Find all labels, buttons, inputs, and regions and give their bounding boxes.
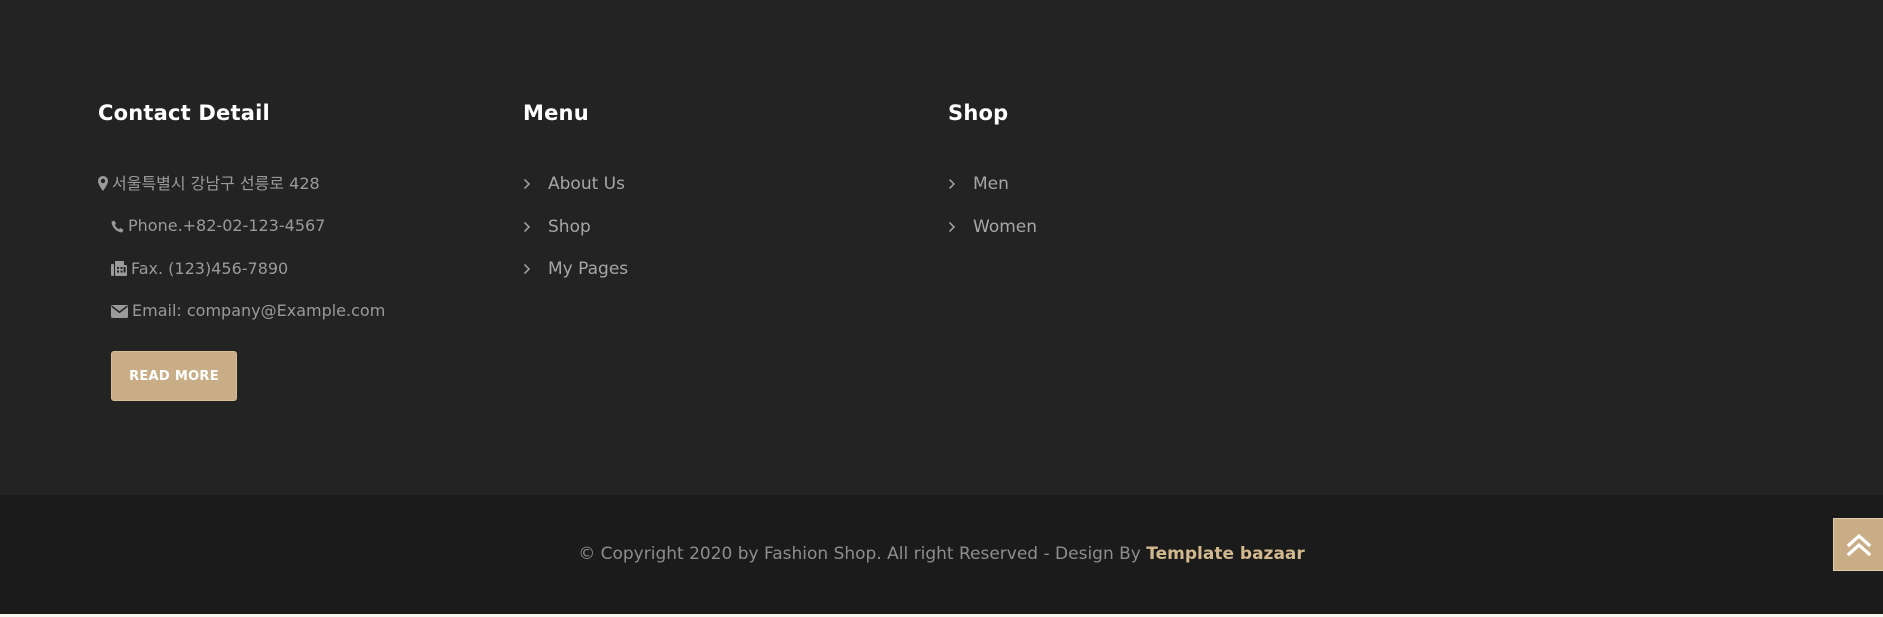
fax-icon bbox=[111, 261, 127, 276]
chevron-right-icon bbox=[948, 174, 973, 194]
envelope-icon bbox=[111, 305, 128, 318]
shop-item-men[interactable]: Men bbox=[948, 174, 1037, 217]
copyright-text: © Copyright 2020 by Fashion Shop. All ri… bbox=[578, 544, 1147, 564]
contact-title: Contact Detail bbox=[98, 101, 270, 125]
read-more-button[interactable]: READ MORE bbox=[111, 351, 237, 401]
menu-item-my-pages[interactable]: My Pages bbox=[523, 259, 628, 302]
menu-item-about-us[interactable]: About Us bbox=[523, 174, 628, 217]
menu-item-label: Shop bbox=[548, 216, 591, 237]
chevron-right-icon bbox=[948, 217, 973, 237]
menu-item-label: About Us bbox=[548, 174, 625, 194]
email-text: Email: company@Example.com bbox=[132, 301, 386, 320]
shop-title: Shop bbox=[948, 101, 1009, 125]
footer-top: Contact Detail 서울특별시 강남구 선릉로 428 Phone.+… bbox=[0, 0, 1883, 495]
address-text: 서울특별시 강남구 선릉로 428 bbox=[112, 174, 320, 193]
contact-column: Contact Detail 서울특별시 강남구 선릉로 428 Phone.+… bbox=[98, 98, 385, 401]
fax-text: Fax. (123)456-7890 bbox=[131, 259, 289, 278]
menu-column: Menu About Us Shop My Pages bbox=[523, 98, 628, 279]
contact-fax: Fax. (123)456-7890 bbox=[111, 259, 288, 279]
shop-list: Men Women bbox=[948, 174, 1037, 259]
template-bazaar-link[interactable]: Template bazaar bbox=[1146, 544, 1305, 564]
map-marker-icon bbox=[98, 176, 108, 191]
contact-email: Email: company@Example.com bbox=[111, 301, 385, 321]
shop-item-label: Men bbox=[973, 174, 1009, 194]
shop-item-women[interactable]: Women bbox=[948, 217, 1037, 260]
footer-bottom: © Copyright 2020 by Fashion Shop. All ri… bbox=[0, 495, 1883, 614]
contact-address: 서울특별시 강남구 선릉로 428 bbox=[98, 174, 320, 194]
chevron-right-icon bbox=[523, 259, 548, 279]
copyright-line: © Copyright 2020 by Fashion Shop. All ri… bbox=[0, 543, 1883, 565]
scroll-to-top-button[interactable] bbox=[1833, 518, 1883, 571]
shop-item-label: Women bbox=[973, 216, 1038, 237]
shop-column: Shop Men Women bbox=[948, 98, 1037, 237]
chevron-right-icon bbox=[523, 174, 548, 194]
menu-item-label: My Pages bbox=[548, 259, 629, 279]
chevron-right-icon bbox=[523, 217, 548, 237]
phone-text: Phone.+82-02-123-4567 bbox=[128, 216, 326, 235]
contact-phone: Phone.+82-02-123-4567 bbox=[111, 216, 325, 236]
double-chevron-up-icon bbox=[1846, 533, 1871, 556]
menu-title: Menu bbox=[523, 101, 589, 125]
phone-icon bbox=[111, 220, 124, 233]
menu-item-shop[interactable]: Shop bbox=[523, 217, 628, 260]
menu-list: About Us Shop My Pages bbox=[523, 174, 628, 302]
